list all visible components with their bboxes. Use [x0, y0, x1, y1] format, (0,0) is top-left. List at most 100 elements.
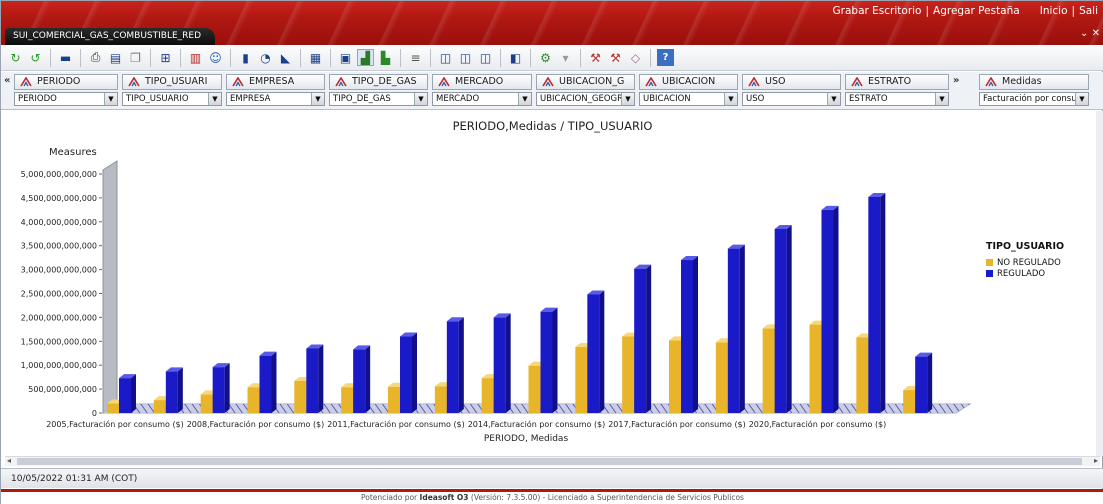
dimension-header[interactable]: PERIODO [14, 74, 118, 90]
scroll-left-arrow-icon[interactable]: ◂ [7, 456, 11, 465]
dimension-header[interactable]: ESTRATO [845, 74, 949, 90]
pie-icon[interactable]: ◔ [257, 49, 274, 66]
scroll-left-icon[interactable]: « [4, 75, 10, 86]
bar-no-regulado [388, 386, 400, 413]
copy-icon[interactable]: ❐ [127, 49, 144, 66]
y-tick-label: 5,000,000,000,000 [21, 170, 97, 179]
bar-regulado-side [177, 367, 183, 413]
scroll-right-arrow-icon[interactable]: ▸ [1094, 456, 1098, 465]
save-desktop-link[interactable]: Grabar Escritorio [833, 5, 922, 17]
dimension-ubicacion-geogr[interactable]: UBICACION_G UBICACION_GEOGR ▼ [536, 74, 635, 108]
dimension-select[interactable]: USO ▼ [742, 92, 841, 106]
y-tick-label: 0 [92, 409, 97, 418]
x-tick-label: 2014,Facturación por consumo ($) [468, 419, 606, 429]
bar-chart-icon[interactable]: ▮ [237, 49, 254, 66]
dimension-header[interactable]: EMPRESA [226, 74, 325, 90]
dimension-select[interactable]: EMPRESA ▼ [226, 92, 325, 106]
dimension-header[interactable]: USO [742, 74, 841, 90]
dimension-header[interactable]: UBICACION [639, 74, 738, 90]
home-link[interactable]: Inicio [1040, 5, 1068, 17]
active-chart-icon[interactable]: ▟ [357, 49, 374, 66]
db-icon[interactable]: ◫ [437, 49, 454, 66]
people-icon[interactable]: ☺ [207, 49, 224, 66]
dimension-select[interactable]: MERCADO ▼ [432, 92, 532, 106]
legend-item[interactable]: NO REGULADO [986, 257, 1076, 268]
dimension-select[interactable]: UBICACION_GEOGR ▼ [536, 92, 635, 106]
dropdown-arrow-icon[interactable]: ▼ [311, 93, 324, 105]
document-tab[interactable]: SUI_COMERCIAL_GAS_COMBUSTIBLE_RED [5, 28, 216, 45]
monitor-icon[interactable]: ▬ [57, 49, 74, 66]
dimension-estrato[interactable]: ESTRATO ESTRATO ▼ [845, 74, 949, 108]
triangle-icon[interactable]: ◣ [277, 49, 294, 66]
dimension-ubicacion[interactable]: UBICACION UBICACION ▼ [639, 74, 738, 108]
cube-icon[interactable]: ◧ [507, 49, 524, 66]
dimension-triangle-icon [542, 77, 554, 87]
exit-link[interactable]: Sali [1079, 5, 1098, 17]
dimension-triangle-icon [20, 77, 32, 87]
dropdown-arrow-icon[interactable]: ▼ [208, 93, 221, 105]
dimension-empresa[interactable]: EMPRESA EMPRESA ▼ [226, 74, 325, 108]
table-icon[interactable]: ▣ [337, 49, 354, 66]
dimension-header[interactable]: Medidas [979, 74, 1089, 90]
toolbar-separator [330, 48, 331, 67]
bar-no-regulado [762, 328, 775, 413]
scrollbar-thumb[interactable] [17, 458, 1082, 465]
db3-icon[interactable]: ◫ [477, 49, 494, 66]
dimension-header[interactable]: TIPO_DE_GAS [329, 74, 428, 90]
dimension-select[interactable]: TIPO_DE_GAS ▼ [329, 92, 428, 106]
dropdown-arrow-icon[interactable]: ▼ [935, 93, 948, 105]
dimension-uso[interactable]: USO USO ▼ [742, 74, 841, 108]
horizontal-scrollbar[interactable]: ◂ ▸ [5, 456, 1100, 466]
dimension-mercado[interactable]: MERCADO MERCADO ▼ [432, 74, 532, 108]
dimension-header[interactable]: MERCADO [432, 74, 532, 90]
dimension-tipo-usuario[interactable]: TIPO_USUARI TIPO_USUARIO ▼ [122, 74, 222, 108]
dimension-periodo[interactable]: PERIODO PERIODO ▼ [14, 74, 118, 108]
y-tick-label: 1,000,000,000,000 [21, 361, 97, 370]
dimension-tipo-de-gas[interactable]: TIPO_DE_GAS TIPO_DE_GAS ▼ [329, 74, 428, 108]
list-icon[interactable]: ≡ [407, 49, 424, 66]
db2-icon[interactable]: ◫ [457, 49, 474, 66]
bar-regulado [587, 294, 600, 413]
legend-label: NO REGULADO [997, 257, 1061, 268]
undo-icon[interactable]: ↺ [27, 49, 44, 66]
settings-icon[interactable]: ⚙ [537, 49, 554, 66]
dimension-medidas[interactable]: Medidas Facturación por consu ▼ [979, 74, 1089, 108]
drill-icon[interactable]: ⚒ [587, 49, 604, 66]
vertical-scrollbar[interactable] [1096, 111, 1103, 456]
excel-icon[interactable]: ▥ [187, 49, 204, 66]
dropdown-arrow-icon[interactable]: ▼ [827, 93, 840, 105]
bar-regulado-side [599, 290, 605, 413]
add-tab-link[interactable]: Agregar Pestaña [933, 5, 1020, 17]
export-icon[interactable]: ▤ [107, 49, 124, 66]
bar-no-regulado [247, 387, 260, 413]
dropdown-arrow-icon[interactable]: ▼ [1075, 93, 1088, 105]
options-icon[interactable]: ⊞ [157, 49, 174, 66]
dropdown-arrow-icon[interactable]: ▼ [518, 93, 531, 105]
column-icon[interactable]: ▙ [377, 49, 394, 66]
filter-icon[interactable]: ▾ [557, 49, 574, 66]
dimension-select[interactable]: Facturación por consu ▼ [979, 92, 1089, 106]
close-icon[interactable]: ✕ [1092, 28, 1100, 39]
bar-no-regulado [341, 387, 354, 413]
grid-icon[interactable]: ▦ [307, 49, 324, 66]
dimension-header[interactable]: TIPO_USUARI [122, 74, 222, 90]
collapse-icon[interactable]: ⌄ [1080, 28, 1088, 39]
dimension-select[interactable]: PERIODO ▼ [14, 92, 118, 106]
dimension-header[interactable]: UBICACION_G [536, 74, 635, 90]
dimension-select[interactable]: ESTRATO ▼ [845, 92, 949, 106]
dimension-select[interactable]: UBICACION ▼ [639, 92, 738, 106]
legend-item[interactable]: REGULADO [986, 268, 1076, 279]
drill2-icon[interactable]: ⚒ [607, 49, 624, 66]
help-icon[interactable]: ? [657, 49, 674, 66]
toolbar-separator [650, 48, 651, 67]
refresh-icon[interactable]: ↻ [7, 49, 24, 66]
print-icon[interactable]: ⎙ [87, 49, 104, 66]
box-icon[interactable]: ◇ [627, 49, 644, 66]
dropdown-arrow-icon[interactable]: ▼ [414, 93, 427, 105]
dropdown-arrow-icon[interactable]: ▼ [724, 93, 737, 105]
dropdown-arrow-icon[interactable]: ▼ [104, 93, 117, 105]
dropdown-arrow-icon[interactable]: ▼ [621, 93, 634, 105]
dimension-select[interactable]: TIPO_USUARIO ▼ [122, 92, 222, 106]
dimension-select-value: EMPRESA [230, 94, 271, 104]
scroll-right-icon[interactable]: » [953, 75, 959, 86]
